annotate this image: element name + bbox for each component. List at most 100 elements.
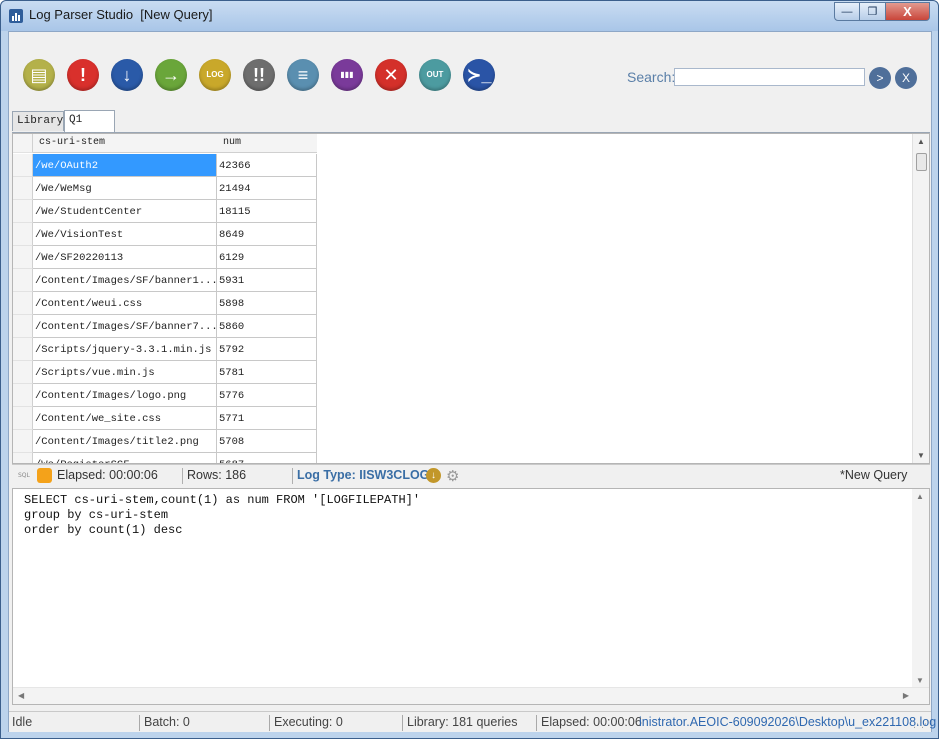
elapsed-time: Elapsed: 00:00:06: [57, 468, 158, 482]
cell-num[interactable]: 6129: [217, 246, 317, 269]
column-header-num[interactable]: num: [223, 137, 241, 148]
cell-uri-stem[interactable]: /We/SF20220113: [33, 246, 217, 269]
cell-num[interactable]: 5860: [217, 315, 317, 338]
cell-uri-stem[interactable]: /We/RegisterSCF: [33, 453, 217, 463]
scroll-up-icon[interactable]: ▲: [916, 492, 924, 501]
table-row[interactable]: /we/OAuth2 42366: [13, 154, 317, 177]
cell-uri-stem[interactable]: /Content/we_site.css: [33, 407, 217, 430]
tab-q1[interactable]: Q1: [64, 110, 115, 132]
cell-uri-stem[interactable]: /Content/weui.css: [33, 292, 217, 315]
search-input[interactable]: [674, 68, 865, 86]
table-row[interactable]: /We/RegisterSCF5687: [13, 453, 317, 463]
table-row[interactable]: /We/StudentCenter 18115: [13, 200, 317, 223]
scroll-down-icon[interactable]: ▼: [916, 676, 924, 685]
table-row[interactable]: /Content/Images/SF/banner1... 5931: [13, 269, 317, 292]
scroll-down-icon[interactable]: ▼: [917, 451, 925, 460]
download-icon[interactable]: ↓: [111, 59, 143, 91]
cell-num[interactable]: 5776: [217, 384, 317, 407]
export-glyph: OUT: [426, 70, 444, 79]
download-glyph: ↓: [122, 65, 132, 85]
resize-grip-icon[interactable]: ⋰⋰: [913, 719, 930, 730]
gear-icon[interactable]: ⚙: [446, 467, 459, 485]
sql-icon: SQL: [18, 472, 30, 479]
cell-uri-stem[interactable]: /Scripts/vue.min.js: [33, 361, 217, 384]
powershell-icon[interactable]: ≻_: [463, 59, 495, 91]
table-row[interactable]: /Content/Images/logo.png 5776: [13, 384, 317, 407]
status-state: Idle: [12, 715, 33, 729]
cell-num[interactable]: 5708: [217, 430, 317, 453]
table-row[interactable]: /We/VisionTest 8649: [13, 223, 317, 246]
cell-num[interactable]: 5771: [217, 407, 317, 430]
scroll-up-icon[interactable]: ▲: [917, 137, 925, 146]
cell-uri-stem[interactable]: /Content/Images/title2.png: [33, 430, 217, 453]
editor-horizontal-scrollbar[interactable]: ◀ ▶: [13, 687, 929, 704]
table-row[interactable]: /Content/Images/title2.png 5708: [13, 430, 317, 453]
scroll-right-icon[interactable]: ▶: [903, 691, 909, 700]
export-icon[interactable]: OUT: [419, 59, 451, 91]
cell-num[interactable]: 8649: [217, 223, 317, 246]
cell-uri-stem[interactable]: /Scripts/jquery-3.3.1.min.js: [33, 338, 217, 361]
code-line: SELECT cs-uri-stem,count(1) as num FROM …: [24, 493, 421, 507]
new-query-icon[interactable]: ▤: [23, 59, 55, 91]
grid-header: cs-uri-stem num: [13, 134, 317, 153]
table-row[interactable]: /Scripts/vue.min.js 5781: [13, 361, 317, 384]
run-multiple-glyph: !!: [253, 65, 265, 85]
cell-uri-stem[interactable]: /We/WeMsg: [33, 177, 217, 200]
scroll-left-icon[interactable]: ◀: [18, 691, 24, 700]
chart-glyph: ▮▮▮: [340, 70, 354, 79]
forward-icon[interactable]: →: [155, 59, 187, 91]
cell-num[interactable]: 5931: [217, 269, 317, 292]
editor-vertical-scrollbar[interactable]: ▲ ▼: [912, 489, 929, 688]
cell-uri-stem[interactable]: /We/VisionTest: [33, 223, 217, 246]
scroll-thumb[interactable]: [916, 153, 927, 171]
close-button[interactable]: X: [886, 2, 930, 21]
chart-icon[interactable]: ▮▮▮: [331, 59, 363, 91]
log-type-dropdown-icon[interactable]: ↓: [426, 468, 441, 483]
open-log-icon[interactable]: LOG: [199, 59, 231, 91]
results-grid[interactable]: cs-uri-stem num /we/OAuth2 42366/We/WeMsg…: [12, 133, 930, 464]
query-name: *New Query: [840, 468, 908, 482]
cell-uri-stem[interactable]: /We/StudentCenter: [33, 200, 217, 223]
forward-glyph: →: [162, 65, 180, 85]
cell-num[interactable]: 5687: [217, 453, 317, 463]
document-icon[interactable]: ≡: [287, 59, 319, 91]
column-header-uri[interactable]: cs-uri-stem: [39, 137, 105, 148]
title-bar[interactable]: Log Parser Studio [New Query] — ❐ X: [1, 1, 938, 31]
cell-num[interactable]: 5781: [217, 361, 317, 384]
run-query-icon[interactable]: !: [67, 59, 99, 91]
table-row[interactable]: /Scripts/jquery-3.3.1.min.js 5792: [13, 338, 317, 361]
table-row[interactable]: /We/SF20220113 6129: [13, 246, 317, 269]
cell-num[interactable]: 42366: [217, 154, 317, 177]
table-row[interactable]: /We/WeMsg 21494: [13, 177, 317, 200]
status-log-path: inistrator.AEOIC-609092026\Desktop\u_ex2…: [639, 715, 937, 729]
cell-num[interactable]: 21494: [217, 177, 317, 200]
cell-num[interactable]: 5898: [217, 292, 317, 315]
cell-uri-stem[interactable]: /Content/Images/SF/banner1...: [33, 269, 217, 292]
status-bar: Idle Batch: 0 Executing: 0 Library: 181 …: [9, 711, 936, 732]
cell-uri-stem[interactable]: /Content/Images/logo.png: [33, 384, 217, 407]
maximize-button[interactable]: ❐: [860, 2, 886, 21]
cell-num[interactable]: 18115: [217, 200, 317, 223]
run-multiple-icon[interactable]: !!: [243, 59, 275, 91]
search-clear-button[interactable]: X: [895, 67, 917, 89]
table-row[interactable]: /Content/Images/SF/banner7... 5860: [13, 315, 317, 338]
lock-icon[interactable]: [37, 468, 52, 483]
cell-uri-stem[interactable]: /Content/Images/SF/banner7...: [33, 315, 217, 338]
document-glyph: ≡: [297, 65, 309, 85]
log-type-selector[interactable]: Log Type: IISW3CLOG: [297, 468, 429, 482]
stop-glyph: ✕: [383, 65, 399, 85]
powershell-glyph: ≻_: [466, 65, 492, 85]
grid-vertical-scrollbar[interactable]: ▲ ▼: [912, 134, 929, 463]
minimize-button[interactable]: —: [834, 2, 860, 21]
tab-library[interactable]: Library: [12, 111, 64, 131]
table-row[interactable]: /Content/weui.css 5898: [13, 292, 317, 315]
stop-icon[interactable]: ✕: [375, 59, 407, 91]
search-go-button[interactable]: >: [869, 67, 891, 89]
row-count: Rows: 186: [187, 468, 247, 482]
cell-uri-stem[interactable]: /we/OAuth2: [33, 154, 217, 177]
table-row[interactable]: /Content/we_site.css 5771: [13, 407, 317, 430]
app-window: Log Parser Studio [New Query] — ❐ X ▤! ↓ →…: [0, 0, 939, 739]
cell-num[interactable]: 5792: [217, 338, 317, 361]
status-executing: Executing: 0: [274, 715, 343, 729]
query-editor[interactable]: SELECT cs-uri-stem,count(1) as num FROM …: [12, 488, 930, 705]
